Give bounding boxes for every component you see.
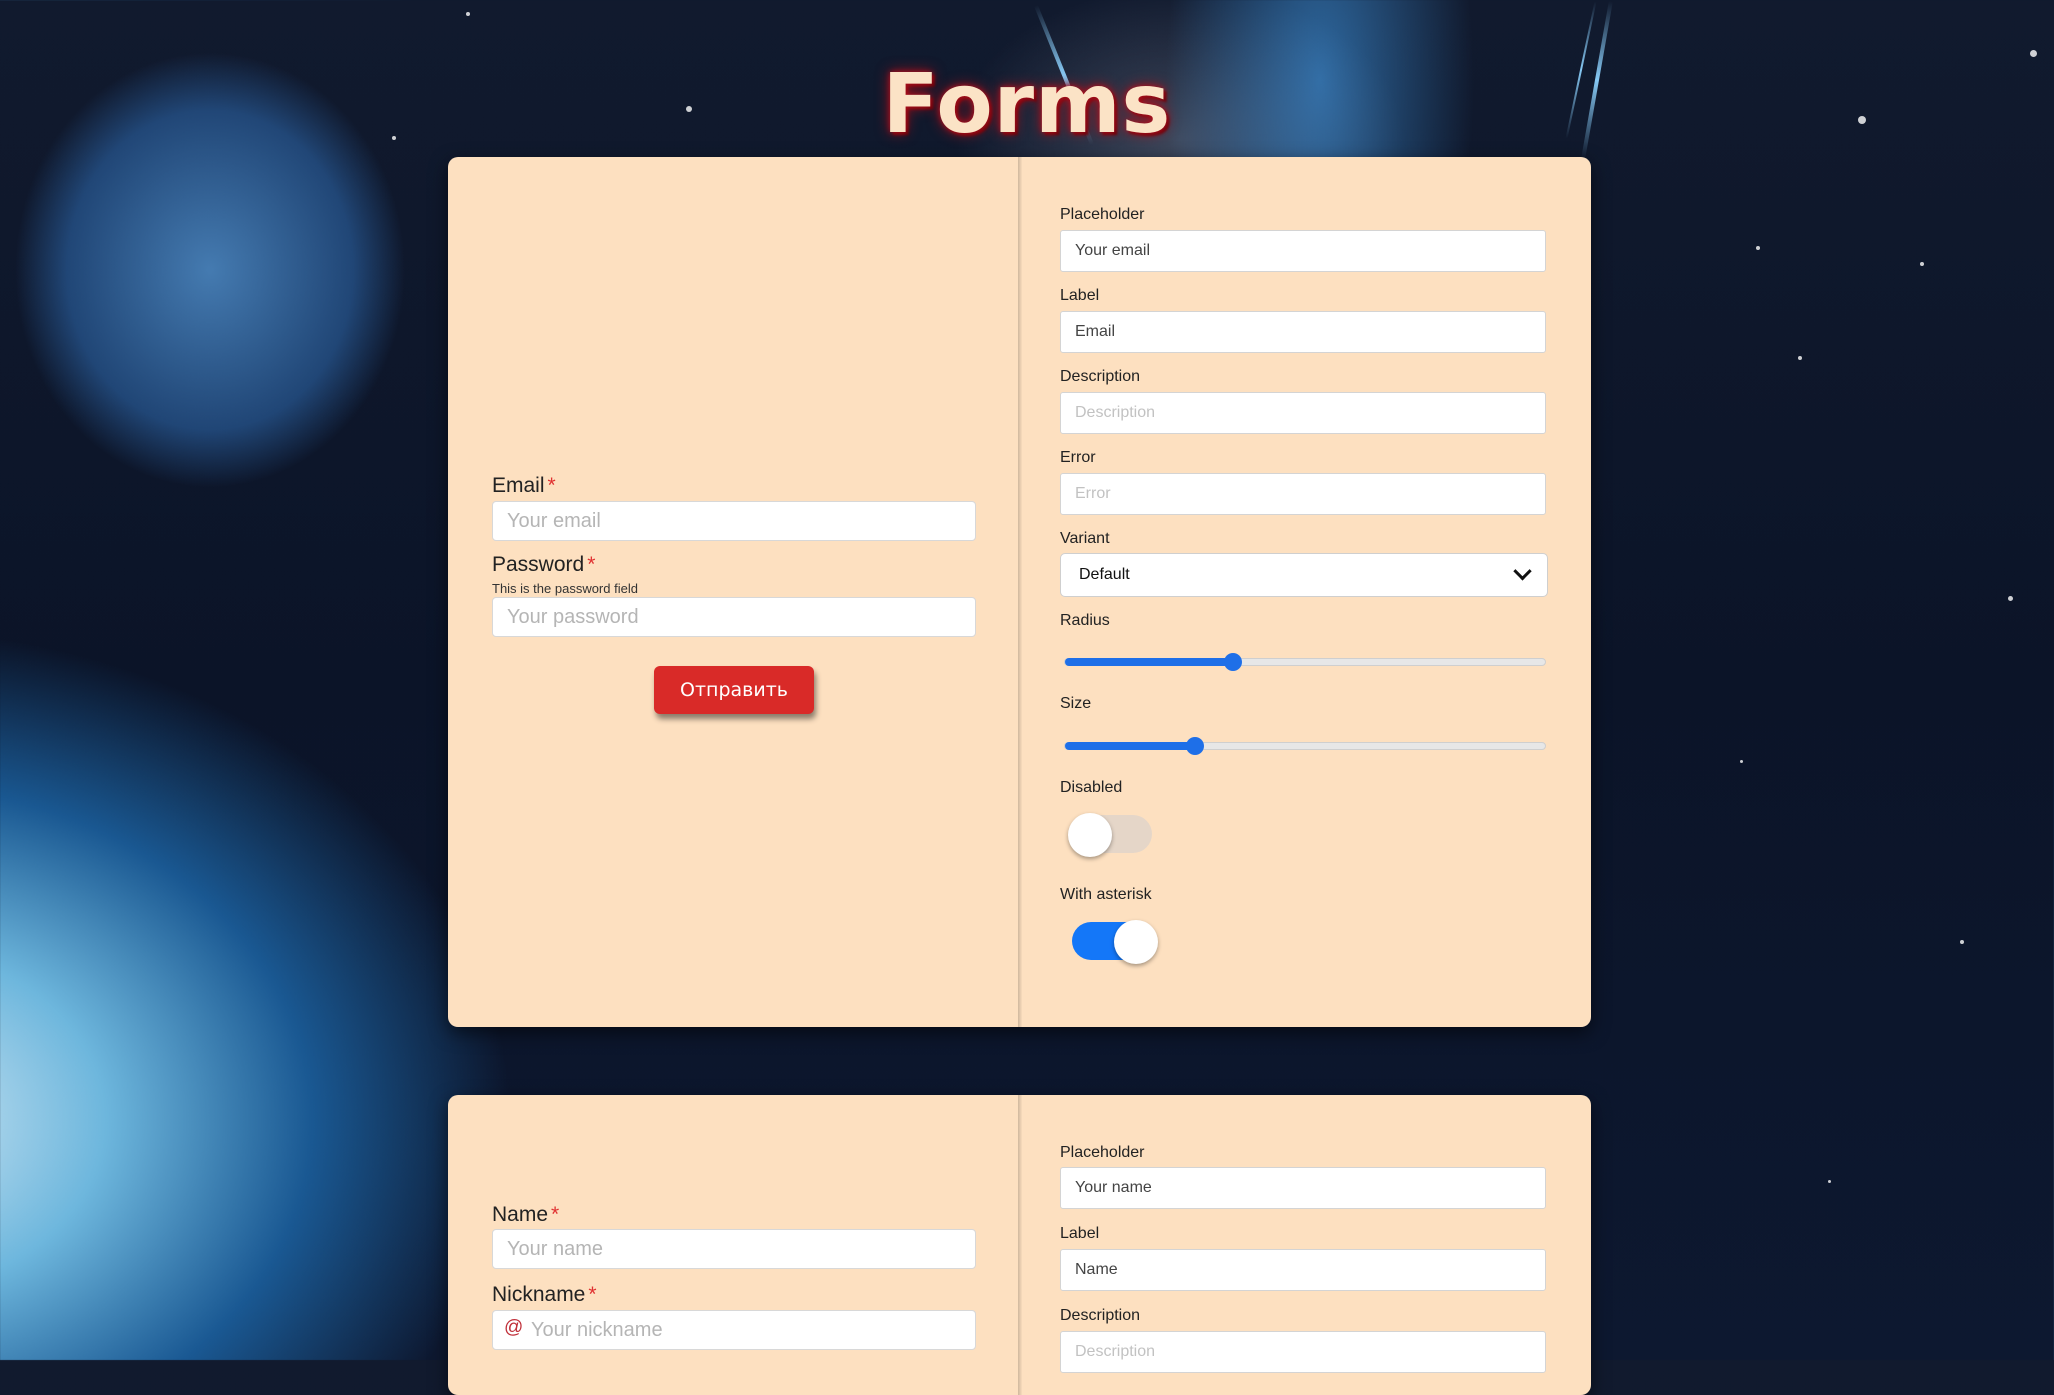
at-sign-icon: @ [504,1317,524,1338]
config-description-input[interactable] [1060,1331,1546,1373]
email-label-text: Email [492,474,545,497]
chevron-down-icon [1513,561,1532,580]
size-slider[interactable] [1064,737,1546,755]
form-card-name: Name* Nickname* @ Placeholder Label Desc… [448,1095,1591,1395]
form-card-email: Email* Password* This is the password fi… [448,157,1591,1027]
radius-slider[interactable] [1064,653,1546,671]
name-label-text: Name [492,1203,549,1226]
config-disabled-label: Disabled [1060,779,1123,796]
size-slider-thumb[interactable] [1185,737,1204,755]
config-label-label: Label [1060,1225,1100,1242]
toggle-knob [1068,813,1112,857]
page-title: Forms [882,56,1172,152]
config-placeholder-input[interactable] [1060,1167,1546,1209]
star [1756,246,1760,250]
config-size-label: Size [1060,695,1092,712]
password-label: Password * [492,553,595,577]
with-asterisk-toggle[interactable] [1072,920,1158,964]
config-error-input[interactable] [1060,473,1546,515]
email-input[interactable] [492,501,976,541]
nickname-label-text: Nickname [492,1283,586,1306]
star [1920,262,1924,266]
config-placeholder-input[interactable] [1060,230,1546,272]
password-description: This is the password field [492,581,638,596]
star [466,12,470,16]
nickname-input[interactable] [492,1310,976,1350]
toggle-knob [1114,920,1158,964]
config-placeholder-label: Placeholder [1060,1144,1145,1161]
config-label-input[interactable] [1060,311,1546,353]
config-label-label: Label [1060,287,1100,304]
config-variant-label: Variant [1060,530,1110,547]
star [1828,1180,1831,1183]
nickname-label: Nickname * [492,1283,597,1307]
variant-select[interactable]: Default [1060,553,1548,597]
config-with-asterisk-label: With asterisk [1060,886,1152,903]
star [1798,356,1802,360]
config-label-input[interactable] [1060,1249,1546,1291]
star [2030,50,2037,57]
star [1960,940,1964,944]
size-slider-fill [1065,742,1195,750]
required-asterisk: * [551,1203,560,1226]
variant-select-value: Default [1079,566,1130,583]
name-label: Name * [492,1203,559,1227]
password-label-text: Password [492,553,585,576]
radius-slider-fill [1065,658,1233,666]
email-label: Email * [492,474,556,498]
config-placeholder-label: Placeholder [1060,206,1145,223]
password-input[interactable] [492,597,976,637]
config-description-label: Description [1060,1307,1141,1324]
name-input[interactable] [492,1229,976,1269]
config-description-input[interactable] [1060,392,1546,434]
submit-button[interactable]: Отправить [654,666,814,714]
star [1740,760,1743,763]
panel-divider [1018,157,1022,1027]
required-asterisk: * [547,474,556,497]
config-radius-label: Radius [1060,612,1110,629]
config-error-label: Error [1060,449,1096,466]
disabled-toggle[interactable] [1068,813,1152,857]
required-asterisk: * [588,1283,597,1306]
required-asterisk: * [587,553,596,576]
config-description-label: Description [1060,368,1141,385]
star [2008,596,2013,601]
radius-slider-thumb[interactable] [1224,653,1242,671]
panel-divider [1018,1095,1022,1395]
